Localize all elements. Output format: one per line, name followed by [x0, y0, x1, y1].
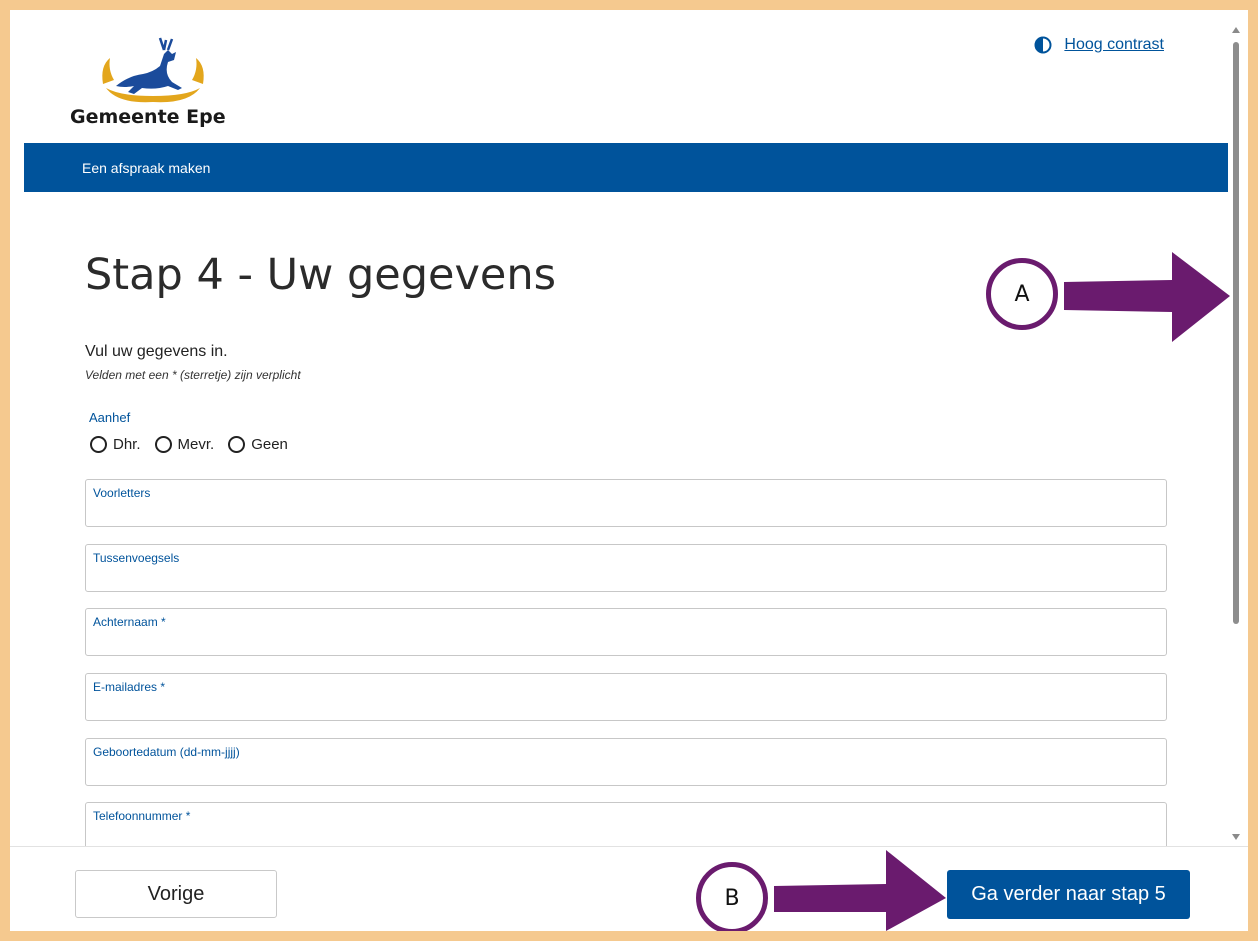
infix-input[interactable]	[93, 569, 1153, 589]
radio-option-dhr[interactable]: Dhr.	[90, 436, 141, 453]
radio-label: Mevr.	[177, 436, 215, 453]
salutation-radio-group: Dhr. Mevr. Geen	[90, 436, 288, 453]
birthdate-input[interactable]	[93, 763, 1153, 783]
radio-label: Dhr.	[113, 436, 141, 453]
logo[interactable]: Gemeente Epe	[70, 28, 270, 138]
initials-label: Voorletters	[93, 486, 151, 500]
annotation-marker-b: B	[696, 862, 768, 931]
high-contrast-link[interactable]: Hoog contrast	[1034, 36, 1164, 54]
annotation-marker-a: A	[986, 258, 1058, 330]
page-frame: Gemeente Epe Hoog contrast Een afspraak …	[10, 10, 1248, 931]
phone-input[interactable]	[93, 827, 1153, 847]
annotation-arrow-b-icon	[774, 850, 946, 931]
scroll-up-arrow-icon[interactable]	[1232, 27, 1240, 33]
radio-option-geen[interactable]: Geen	[228, 436, 288, 453]
required-note: Velden met een * (sterretje) zijn verpli…	[85, 368, 301, 382]
contrast-icon	[1034, 36, 1052, 54]
initials-field[interactable]: Voorletters	[85, 479, 1167, 527]
radio-button[interactable]	[154, 436, 172, 453]
infix-field[interactable]: Tussenvoegsels	[85, 544, 1167, 592]
next-step-button[interactable]: Ga verder naar stap 5	[947, 870, 1190, 919]
infix-label: Tussenvoegsels	[93, 551, 180, 565]
phone-field[interactable]: Telefoonnummer *	[85, 802, 1167, 850]
nav-title: Een afspraak maken	[82, 159, 211, 176]
brand-name: Gemeente Epe	[70, 106, 226, 128]
annotation-label-a: A	[1014, 281, 1030, 307]
lastname-label: Achternaam *	[93, 615, 166, 629]
scroll-down-arrow-icon[interactable]	[1232, 834, 1240, 840]
lastname-field[interactable]: Achternaam *	[85, 608, 1167, 656]
phone-label: Telefoonnummer *	[93, 809, 191, 823]
footer-bar: Vorige Ga verder naar stap 5	[10, 846, 1248, 931]
email-field[interactable]: E-mailadres *	[85, 673, 1167, 721]
nav-bar: Een afspraak maken	[24, 143, 1228, 192]
lastname-input[interactable]	[93, 633, 1153, 653]
email-label: E-mailadres *	[93, 680, 166, 694]
vertical-scrollbar[interactable]	[1228, 24, 1246, 844]
high-contrast-label: Hoog contrast	[1064, 36, 1164, 53]
annotation-arrow-a-icon	[1064, 252, 1230, 342]
page-title: Stap 4 - Uw gegevens	[85, 250, 557, 300]
previous-button[interactable]: Vorige	[75, 870, 277, 918]
radio-option-mevr[interactable]: Mevr.	[154, 436, 215, 453]
annotation-label-b: B	[724, 885, 740, 911]
email-input[interactable]	[93, 698, 1153, 718]
intro-text: Vul uw gegevens in.	[85, 343, 228, 360]
radio-button[interactable]	[90, 436, 107, 453]
deer-logo-icon	[102, 37, 204, 103]
radio-label: Geen	[251, 436, 288, 453]
initials-input[interactable]	[93, 504, 1153, 524]
birthdate-field[interactable]: Geboortedatum (dd-mm-jjjj)	[85, 738, 1167, 786]
scroll-thumb[interactable]	[1233, 42, 1239, 624]
salutation-label: Aanhef	[89, 410, 131, 425]
radio-button[interactable]	[228, 436, 246, 453]
birthdate-label: Geboortedatum (dd-mm-jjjj)	[93, 745, 240, 759]
